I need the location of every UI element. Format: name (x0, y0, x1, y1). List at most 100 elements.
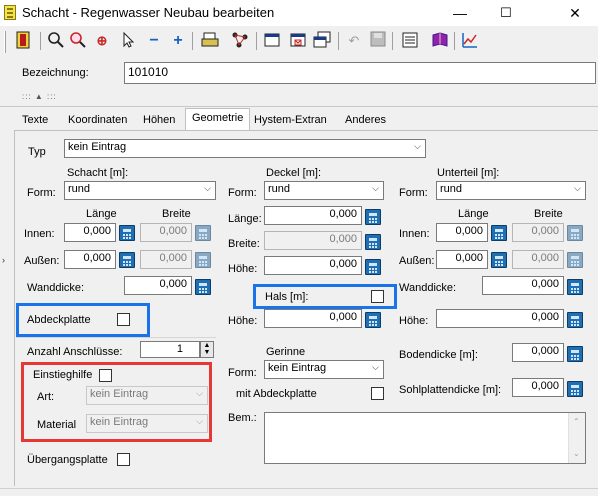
print-icon[interactable] (200, 31, 220, 51)
unterteil-form-label: Form: (399, 187, 428, 199)
book-icon[interactable] (430, 31, 450, 51)
hals-checkbox[interactable] (371, 290, 384, 303)
unterteil-aussen-breite-input[interactable]: 0,000 (512, 250, 564, 269)
calculator-icon[interactable] (567, 279, 583, 295)
unterteil-innen-label: Innen: (399, 228, 430, 240)
tab-koordinaten[interactable]: Koordinaten (62, 111, 133, 131)
tab-hystem-extran[interactable]: Hystem-Extran (248, 111, 333, 131)
exit-icon[interactable] (13, 31, 33, 51)
calculator-icon[interactable] (567, 346, 583, 362)
toolbar-separator (454, 32, 455, 50)
zoom-icon[interactable] (46, 31, 66, 51)
calculator-icon[interactable] (365, 259, 381, 275)
bem-scrollbar[interactable]: ⌃ ⌄ (568, 413, 585, 463)
chart-icon[interactable] (460, 31, 480, 51)
collapse-arrow-icon[interactable]: › (2, 255, 5, 265)
save-icon[interactable] (368, 31, 388, 51)
schacht-aussen-laenge-input[interactable]: 0,000 (64, 250, 116, 269)
gerinne-form-select[interactable]: kein Eintrag ⌵ (264, 360, 384, 379)
tab-hoehen[interactable]: Höhen (137, 111, 181, 131)
calculator-icon[interactable] (119, 225, 135, 241)
calculator-icon[interactable] (195, 225, 211, 241)
window-stack-icon[interactable] (312, 31, 332, 51)
einstieghilfe-material-select[interactable]: kein Eintrag ⌵ (86, 414, 208, 433)
calculator-icon[interactable] (365, 312, 381, 328)
chevron-down-icon: ⌵ (204, 183, 211, 193)
calculator-icon[interactable] (567, 225, 583, 241)
maximize-button[interactable]: ☐ (483, 0, 529, 26)
calculator-icon[interactable] (491, 225, 507, 241)
undo-icon[interactable]: ↶ (344, 31, 364, 51)
tab-texte[interactable]: Texte (16, 111, 54, 131)
uebergangsplatte-checkbox[interactable] (117, 453, 130, 466)
calculator-icon[interactable] (119, 252, 135, 268)
title-bar: Schacht - Regenwasser Neubau bearbeiten … (0, 0, 598, 26)
unterteil-wanddicke-input[interactable]: 0,000 (482, 276, 564, 295)
einstieghilfe-material-value: kein Eintrag (90, 416, 149, 428)
zoom-out-icon[interactable]: − (144, 31, 164, 51)
spinner-buttons[interactable]: ▲ ▼ (200, 341, 214, 358)
tab-anderes[interactable]: Anderes (339, 111, 392, 131)
unterteil-hoehe-input[interactable]: 0,000 (436, 309, 564, 328)
window-mail-icon[interactable] (288, 31, 308, 51)
zoom-window-icon[interactable] (68, 31, 88, 51)
scroll-down-icon[interactable]: ⌄ (573, 449, 580, 458)
mit-abdeckplatte-label: mit Abdeckplatte (236, 388, 317, 400)
einstieghilfe-checkbox[interactable] (99, 369, 112, 382)
zoom-in-icon[interactable]: + (168, 31, 188, 51)
einstieghilfe-art-select[interactable]: kein Eintrag ⌵ (86, 386, 208, 405)
hals-hoehe-label: Höhe: (228, 315, 258, 327)
deckel-header: Deckel [m]: (266, 167, 322, 179)
schacht-aussen-label: Außen: (24, 255, 60, 267)
schacht-aussen-breite-input[interactable]: 0,000 (140, 250, 192, 269)
calculator-icon[interactable] (195, 279, 211, 295)
schacht-innen-laenge-input[interactable]: 0,000 (64, 223, 116, 242)
schacht-innen-breite-input[interactable]: 0,000 (140, 223, 192, 242)
unterteil-aussen-label: Außen: (399, 255, 435, 267)
calculator-icon[interactable] (567, 252, 583, 268)
schacht-wanddicke-input[interactable]: 0,000 (124, 276, 192, 295)
schacht-wanddicke-label: Wanddicke: (27, 282, 85, 294)
calculator-icon[interactable] (491, 252, 507, 268)
unterteil-form-value: rund (440, 183, 463, 195)
window-front-icon[interactable] (262, 31, 282, 51)
deckel-form-select[interactable]: rund ⌵ (264, 181, 384, 200)
tab-geometrie[interactable]: Geometrie (185, 108, 251, 131)
calculator-icon[interactable] (567, 381, 583, 397)
anschluesse-spinner[interactable]: 1 (140, 341, 200, 358)
network-icon[interactable] (230, 31, 250, 51)
select-point-icon[interactable]: ⊕ (92, 31, 112, 51)
calculator-icon[interactable] (567, 312, 583, 328)
mit-abdeckplatte-checkbox[interactable] (371, 387, 384, 400)
hals-hoehe-input[interactable]: 0,000 (264, 309, 362, 328)
list-icon[interactable] (400, 31, 420, 51)
calculator-icon[interactable] (365, 234, 381, 250)
bezeichnung-input[interactable]: 101010 (124, 62, 596, 84)
deckel-form-value: rund (268, 183, 291, 195)
splitter-handle[interactable]: ::: ▲ ::: (22, 92, 57, 101)
unterteil-form-select[interactable]: rund ⌵ (436, 181, 586, 200)
calculator-icon[interactable] (195, 252, 211, 268)
sohlplattendicke-input[interactable]: 0,000 (512, 378, 564, 397)
deckel-breite-input[interactable]: 0,000 (264, 231, 362, 250)
typ-select[interactable]: kein Eintrag ⌵ (64, 139, 426, 158)
deckel-laenge-input[interactable]: 0,000 (264, 206, 362, 225)
pointer-icon[interactable] (118, 31, 138, 51)
bem-textarea[interactable] (264, 412, 586, 464)
toolbar: ⊕ − + ↶ (0, 27, 598, 57)
scroll-up-icon[interactable]: ⌃ (573, 417, 580, 426)
unterteil-col-breite: Breite (534, 208, 563, 220)
unterteil-innen-laenge-input[interactable]: 0,000 (436, 223, 488, 242)
minimize-button[interactable]: — (437, 0, 483, 26)
toolbar-separator (392, 32, 393, 50)
unterteil-aussen-laenge-input[interactable]: 0,000 (436, 250, 488, 269)
abdeckplatte-checkbox[interactable] (117, 313, 130, 326)
einstieghilfe-art-value: kein Eintrag (90, 388, 149, 400)
schacht-form-select[interactable]: rund ⌵ (64, 181, 216, 200)
bem-label: Bem.: (228, 412, 257, 424)
deckel-hoehe-input[interactable]: 0,000 (264, 256, 362, 275)
unterteil-innen-breite-input[interactable]: 0,000 (512, 223, 564, 242)
close-button[interactable]: ✕ (552, 0, 598, 26)
bodendicke-input[interactable]: 0,000 (512, 343, 564, 362)
calculator-icon[interactable] (365, 209, 381, 225)
